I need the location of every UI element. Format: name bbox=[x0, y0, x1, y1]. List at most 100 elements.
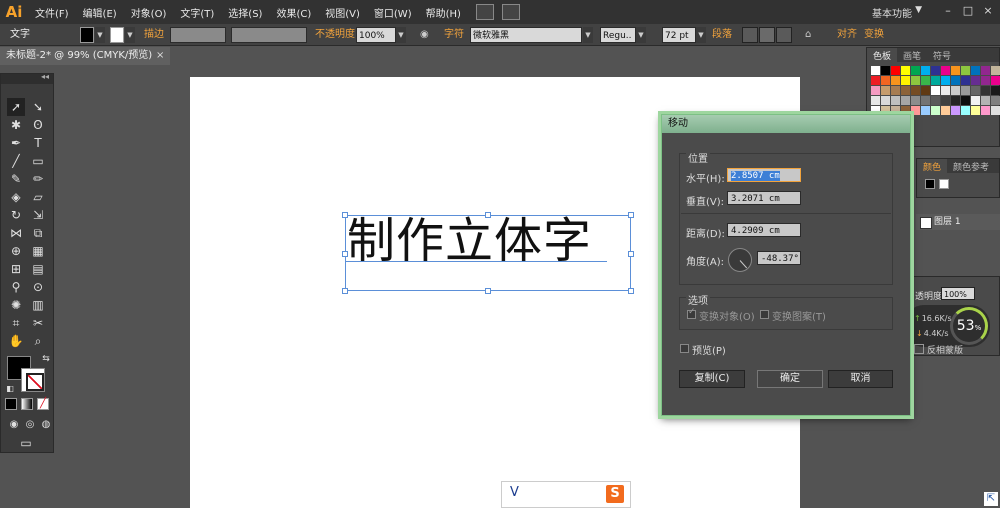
color-fill-swatch[interactable] bbox=[925, 179, 935, 189]
dialog-title[interactable]: 移动 bbox=[662, 115, 910, 133]
swatch[interactable] bbox=[961, 66, 970, 75]
chevron-down-icon[interactable]: ▼ bbox=[696, 27, 706, 43]
swatch[interactable] bbox=[931, 66, 940, 75]
swatch[interactable] bbox=[951, 76, 960, 85]
line-tool-icon[interactable]: ╱ bbox=[7, 152, 25, 170]
close-button[interactable]: × bbox=[978, 2, 998, 20]
menu-view[interactable]: 视图(V) bbox=[318, 5, 367, 20]
memory-usage-ring[interactable]: 53% bbox=[950, 307, 988, 345]
chevron-down-icon[interactable]: ▼ bbox=[125, 27, 135, 43]
align-left-button[interactable] bbox=[742, 27, 758, 43]
chevron-down-icon[interactable]: ▼ bbox=[636, 27, 646, 43]
blob-brush-tool-icon[interactable]: ◈ bbox=[7, 188, 25, 206]
paragraph-label[interactable]: 段落 bbox=[712, 27, 732, 43]
stroke-color-box[interactable] bbox=[21, 368, 45, 392]
menu-select[interactable]: 选择(S) bbox=[221, 5, 269, 20]
swap-colors-icon[interactable]: ⇆ bbox=[37, 350, 55, 368]
type-tool-icon[interactable]: T bbox=[29, 134, 47, 152]
zoom-tool-icon[interactable]: ⌕ bbox=[29, 332, 47, 350]
swatch[interactable] bbox=[891, 66, 900, 75]
direct-selection-tool-icon[interactable]: ➘ bbox=[29, 98, 47, 116]
swatch[interactable] bbox=[911, 86, 920, 95]
resize-handle[interactable] bbox=[485, 212, 491, 218]
swatch[interactable] bbox=[951, 106, 960, 115]
swatch[interactable] bbox=[911, 106, 920, 115]
tab-color[interactable]: 颜色 bbox=[917, 159, 948, 173]
swatch[interactable] bbox=[941, 86, 950, 95]
swatch[interactable] bbox=[961, 86, 970, 95]
chevron-down-icon[interactable]: ▼ bbox=[95, 27, 105, 43]
swatch[interactable] bbox=[881, 76, 890, 85]
cancel-button[interactable]: 取消 bbox=[828, 370, 893, 388]
pencil-tool-icon[interactable]: ✏ bbox=[29, 170, 47, 188]
menu-object[interactable]: 对象(O) bbox=[124, 5, 174, 20]
swatch[interactable] bbox=[911, 76, 920, 85]
stroke-color-swatch[interactable] bbox=[110, 27, 124, 43]
transform-patterns-checkbox[interactable] bbox=[760, 310, 769, 319]
arrange-documents-icon[interactable] bbox=[501, 4, 520, 20]
menu-type[interactable]: 文字(T) bbox=[173, 5, 221, 20]
mesh-tool-icon[interactable]: ⊞ bbox=[7, 260, 25, 278]
swatch[interactable] bbox=[941, 106, 950, 115]
swatch[interactable] bbox=[991, 96, 1000, 105]
horizontal-input[interactable]: 2.8507 cm bbox=[727, 168, 801, 182]
scale-tool-icon[interactable]: ⇲ bbox=[29, 206, 47, 224]
opacity-label[interactable]: 不透明度 bbox=[315, 27, 355, 43]
menu-help[interactable]: 帮助(H) bbox=[419, 5, 468, 20]
resize-handle[interactable] bbox=[628, 212, 634, 218]
swatch[interactable] bbox=[971, 76, 980, 85]
swatch[interactable] bbox=[931, 96, 940, 105]
swatch[interactable] bbox=[951, 66, 960, 75]
eyedropper-tool-icon[interactable]: ⚲ bbox=[7, 278, 25, 296]
resize-handle[interactable] bbox=[628, 251, 634, 257]
swatch[interactable] bbox=[941, 66, 950, 75]
none-mode-button[interactable]: ╱ bbox=[37, 398, 49, 410]
tab-symbols[interactable]: 符号 bbox=[927, 48, 957, 62]
menu-window[interactable]: 窗口(W) bbox=[367, 5, 419, 20]
swatch[interactable] bbox=[931, 106, 940, 115]
bridge-icon[interactable] bbox=[475, 4, 494, 20]
swatch[interactable] bbox=[961, 106, 970, 115]
color-mode-button[interactable] bbox=[5, 398, 17, 410]
resize-handle[interactable] bbox=[485, 288, 491, 294]
collapse-icon[interactable]: ◂◂ bbox=[41, 72, 49, 81]
rotate-tool-icon[interactable]: ↻ bbox=[7, 206, 25, 224]
swatch[interactable] bbox=[901, 76, 910, 85]
resize-handle[interactable] bbox=[342, 251, 348, 257]
swatch[interactable] bbox=[921, 66, 930, 75]
magic-wand-tool-icon[interactable]: ✱ bbox=[7, 116, 25, 134]
swatch[interactable] bbox=[921, 106, 930, 115]
transparency-opacity-input[interactable]: 100% bbox=[941, 287, 975, 300]
swatch[interactable] bbox=[901, 96, 910, 105]
swatch[interactable] bbox=[941, 76, 950, 85]
menu-effect[interactable]: 效果(C) bbox=[269, 5, 318, 20]
eraser-tool-icon[interactable]: ▱ bbox=[29, 188, 47, 206]
tab-swatches[interactable]: 色板 bbox=[867, 48, 898, 62]
stroke-weight-input[interactable] bbox=[170, 27, 226, 43]
swatch[interactable] bbox=[951, 96, 960, 105]
fill-color-swatch[interactable] bbox=[80, 27, 94, 43]
swatch[interactable] bbox=[961, 96, 970, 105]
layer-row[interactable]: 图层 1 bbox=[916, 214, 1000, 230]
swatch[interactable] bbox=[981, 66, 990, 75]
preview-checkbox[interactable] bbox=[680, 344, 689, 353]
swatch[interactable] bbox=[971, 106, 980, 115]
perspective-grid-tool-icon[interactable]: ▦ bbox=[29, 242, 47, 260]
shape-builder-tool-icon[interactable]: ⊕ bbox=[7, 242, 25, 260]
resize-handle[interactable] bbox=[342, 288, 348, 294]
swatch[interactable] bbox=[871, 96, 880, 105]
swatch[interactable] bbox=[911, 66, 920, 75]
color-stroke-swatch[interactable] bbox=[939, 179, 949, 189]
envelope-icon[interactable]: ⌂ bbox=[805, 27, 811, 43]
transform-label[interactable]: 变换 bbox=[864, 27, 884, 43]
swatch[interactable] bbox=[921, 96, 930, 105]
menu-file[interactable]: 文件(F) bbox=[28, 5, 76, 20]
swatch[interactable] bbox=[871, 76, 880, 85]
artboard-tool-icon[interactable]: ⌗ bbox=[7, 314, 25, 332]
graph-tool-icon[interactable]: ▥ bbox=[29, 296, 47, 314]
font-family-input[interactable]: 微软雅黑 bbox=[470, 27, 582, 43]
menu-edit[interactable]: 编辑(E) bbox=[76, 5, 124, 20]
swatch[interactable] bbox=[991, 106, 1000, 115]
swatch[interactable] bbox=[991, 86, 1000, 95]
draw-inside-icon[interactable]: ◍ bbox=[37, 416, 55, 434]
